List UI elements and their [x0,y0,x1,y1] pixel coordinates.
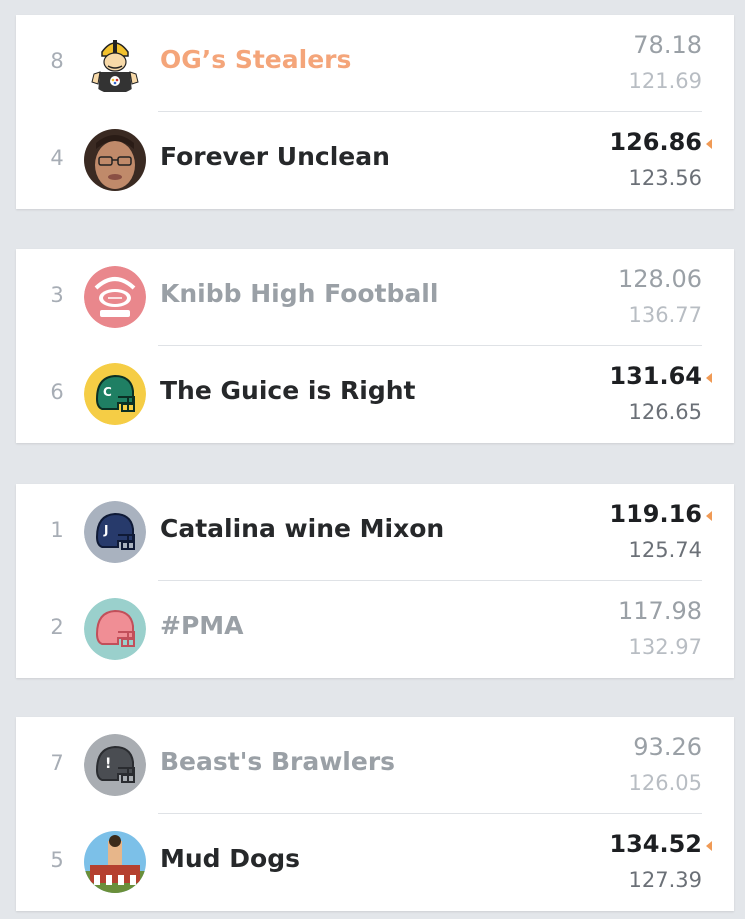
team-name[interactable]: Beast's Brawlers [160,747,395,776]
team-name[interactable]: Knibb High Football [160,279,438,308]
team-projected-score: 136.77 [628,303,702,327]
team-score: 134.52 [609,830,702,858]
team-row[interactable]: 5 Mud Dogs 134.52 127.39 [16,814,734,911]
matchup-card[interactable]: 7 ! Beast's Brawlers 93.26 126.05 5 Mud … [16,717,734,911]
team-projected-score: 125.74 [628,538,702,562]
team-seed: 2 [50,615,64,639]
svg-text:J: J [103,523,108,537]
team-score: 78.18 [633,31,702,59]
winner-arrow-icon [706,139,712,149]
matchup-card[interactable]: 8 OG’s Stealers 78.18 121.69 4 Forever U… [16,15,734,209]
team-score: 131.64 [609,362,702,390]
team-score: 93.26 [633,733,702,761]
team-row[interactable]: 2 #PMA 117.98 132.97 [16,581,734,678]
team-score: 117.98 [618,597,702,625]
team-seed: 5 [50,848,64,872]
matchup-card[interactable]: 1 J Catalina wine Mixon 119.16 125.74 2 [16,484,734,678]
cartoon-mascot-icon [84,32,146,94]
navy-helmet-icon: J [84,501,146,563]
team-row[interactable]: 8 OG’s Stealers 78.18 121.69 [16,15,734,112]
team-seed: 8 [50,49,64,73]
team-seed: 3 [50,283,64,307]
team-name[interactable]: Forever Unclean [160,142,390,171]
winner-arrow-icon [706,841,712,851]
matchup-card[interactable]: 3 Knibb High Football 128.06 136.77 6 C [16,249,734,443]
team-name[interactable]: Mud Dogs [160,844,300,873]
svg-text:!: ! [105,756,111,772]
team-projected-score: 126.65 [628,400,702,424]
team-row[interactable]: 6 C The Guice is Right 131.64 126.65 [16,346,734,443]
team-seed: 1 [50,518,64,542]
person-photo-icon [84,129,146,191]
svg-text:C: C [103,385,112,399]
cartoon-scene-icon [84,831,146,893]
pink-helmet-icon [84,598,146,660]
team-seed: 4 [50,146,64,170]
team-projected-score: 132.97 [628,635,702,659]
team-score: 119.16 [609,500,702,528]
team-row[interactable]: 4 Forever Unclean 126.86 123.56 [16,112,734,209]
team-row[interactable]: 1 J Catalina wine Mixon 119.16 125.74 [16,484,734,581]
gray-helmet-icon: ! [84,734,146,796]
team-projected-score: 121.69 [628,69,702,93]
winner-arrow-icon [706,373,712,383]
team-projected-score: 127.39 [628,868,702,892]
team-projected-score: 123.56 [628,166,702,190]
team-seed: 7 [50,751,64,775]
team-projected-score: 126.05 [628,771,702,795]
team-name[interactable]: The Guice is Right [160,376,416,405]
football-logo-icon [84,266,146,328]
winner-arrow-icon [706,511,712,521]
team-score: 126.86 [609,128,702,156]
green-helmet-icon: C [84,363,146,425]
team-name[interactable]: #PMA [160,611,244,640]
team-name[interactable]: OG’s Stealers [160,45,351,74]
team-name[interactable]: Catalina wine Mixon [160,514,444,543]
team-seed: 6 [50,380,64,404]
team-row[interactable]: 3 Knibb High Football 128.06 136.77 [16,249,734,346]
team-row[interactable]: 7 ! Beast's Brawlers 93.26 126.05 [16,717,734,814]
team-score: 128.06 [618,265,702,293]
